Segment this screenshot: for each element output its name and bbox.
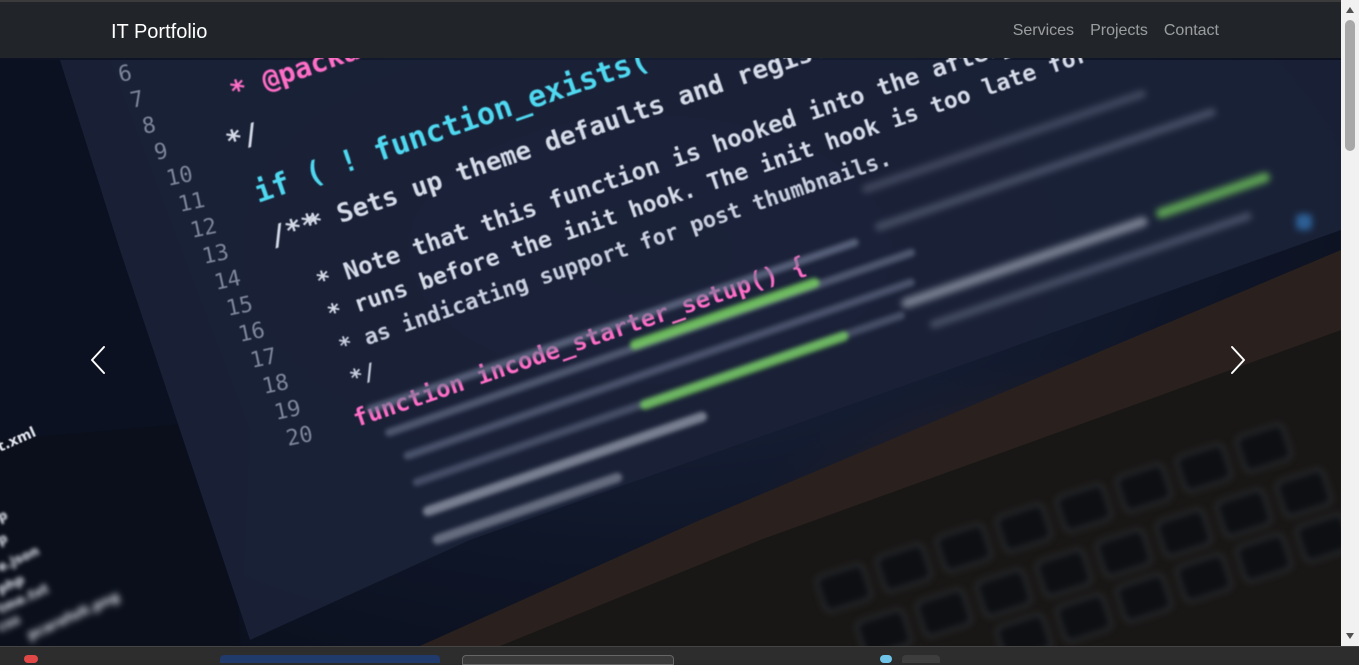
brand-link[interactable]: IT Portfolio — [111, 20, 207, 44]
taskbar-item[interactable] — [902, 655, 940, 663]
taskbar-app-icon[interactable] — [880, 655, 892, 663]
scroll-down-arrow-icon[interactable] — [1341, 628, 1359, 644]
chevron-left-icon — [91, 346, 105, 374]
nav-links: Services Projects Contact — [1013, 21, 1219, 41]
carousel-next-button[interactable] — [1208, 330, 1268, 390]
taskbar-app-icon[interactable] — [24, 655, 38, 663]
taskbar-item[interactable] — [220, 655, 440, 663]
scroll-thumb[interactable] — [1345, 20, 1355, 151]
scroll-up-arrow-icon[interactable] — [1341, 2, 1359, 18]
browser-viewport: 6 7 8 9 10 11 12 13 14 15 16 17 18 19 20 * @packa */ i… — [0, 0, 1341, 646]
os-taskbar — [0, 646, 1359, 665]
carousel-prev-button[interactable] — [68, 330, 128, 390]
nav-link-projects[interactable]: Projects — [1090, 21, 1148, 41]
top-navbar: IT Portfolio Services Projects Contact — [0, 0, 1341, 58]
taskbar-search[interactable] — [462, 655, 674, 665]
nav-link-contact[interactable]: Contact — [1164, 21, 1219, 41]
chevron-right-icon — [1231, 346, 1245, 374]
hero-carousel-image: 6 7 8 9 10 11 12 13 14 15 16 17 18 19 20 * @packa */ i… — [0, 0, 1341, 646]
nav-link-services[interactable]: Services — [1013, 21, 1074, 41]
code-screen-photo: 67891011121314151617181920 * @packa */ i… — [0, 18, 1341, 646]
page-scrollbar[interactable] — [1341, 0, 1359, 646]
